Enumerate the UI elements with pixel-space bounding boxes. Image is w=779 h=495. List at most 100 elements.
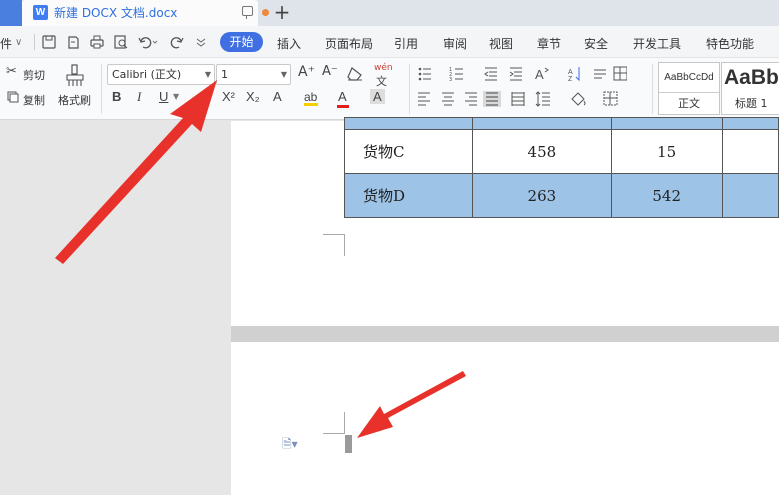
tab-page-layout[interactable]: 页面布局 — [325, 35, 373, 52]
show-marks-icon — [613, 66, 627, 81]
paragraph-options-icon[interactable]: 🗎▾ — [282, 435, 298, 456]
style-normal[interactable]: AaBbCcDd 正文 — [658, 62, 720, 115]
tab-special-features[interactable]: 特色功能 — [706, 35, 754, 52]
style-heading-1-sample: AaBb — [724, 66, 779, 89]
chevron-down-icon[interactable]: ▼ — [205, 65, 211, 84]
chevron-down-icon[interactable]: ▼ — [173, 92, 179, 101]
table-cell[interactable]: 货物D — [344, 173, 473, 218]
table-cell[interactable] — [721, 173, 779, 218]
italic-button[interactable]: I — [137, 89, 141, 105]
clear-format-icon[interactable] — [347, 67, 363, 81]
increase-indent-icon — [509, 67, 522, 81]
customize-quick-access-icon[interactable] — [196, 37, 206, 47]
pin-window-icon[interactable] — [242, 6, 253, 19]
shrink-font-button[interactable]: A⁻ — [322, 64, 338, 79]
align-center-icon — [442, 92, 454, 106]
tab-insert[interactable]: 插入 — [277, 35, 301, 52]
style-heading-1-label: 标题 1 — [735, 97, 768, 110]
superscript-button[interactable]: X² — [222, 89, 235, 104]
style-normal-label: 正文 — [659, 92, 719, 111]
tab-review[interactable]: 审阅 — [443, 35, 467, 52]
table-row — [344, 117, 779, 130]
table-cell[interactable] — [344, 117, 473, 130]
new-tab-button[interactable]: + — [272, 1, 292, 23]
bullet-list-icon — [418, 67, 431, 81]
font-color-button[interactable]: A — [338, 89, 347, 104]
export-pdf-icon[interactable] — [66, 35, 80, 49]
font-name-select[interactable]: Calibri (正文) ▼ — [107, 64, 215, 85]
document-page-2[interactable]: 🗎▾ — [231, 342, 779, 495]
divider — [652, 64, 653, 114]
page-margin-marker — [323, 234, 345, 256]
table-cell[interactable] — [721, 117, 779, 130]
char-shading-button[interactable]: A — [370, 89, 385, 104]
table-cell[interactable] — [471, 117, 612, 130]
style-heading-1[interactable]: AaBb 标题 1 — [721, 62, 779, 115]
underline-button[interactable]: U — [159, 89, 168, 104]
text-direction-icon: A — [535, 67, 549, 82]
font-name-value: Calibri (正文) — [112, 68, 182, 81]
svg-text:A: A — [568, 69, 573, 76]
svg-text:3: 3 — [449, 77, 452, 82]
tab-section[interactable]: 章节 — [537, 35, 561, 52]
tab-home[interactable]: 开始 — [220, 32, 263, 52]
table-row: 货物C 458 15 — [344, 129, 779, 174]
table-cell[interactable] — [721, 129, 779, 174]
highlight-color-icon[interactable]: ab — [303, 89, 325, 107]
tab-developer[interactable]: 开发工具 — [633, 35, 681, 52]
undo-icon[interactable] — [138, 35, 158, 49]
copy-button[interactable]: 复制 — [23, 92, 45, 108]
document-tab-title: 新建 DOCX 文档.docx — [54, 6, 178, 20]
font-color-swatch — [337, 105, 349, 108]
format-painter-button[interactable]: 格式刷 — [58, 92, 91, 108]
table-row: 货物D 263 542 — [344, 173, 779, 218]
table-cell[interactable]: 263 — [471, 173, 612, 218]
file-menu[interactable]: 件 — [0, 35, 12, 52]
shading-icon — [571, 92, 586, 106]
file-menu-caret-icon[interactable]: ∨ — [15, 37, 22, 48]
line-break-icon — [594, 69, 606, 79]
chevron-down-icon[interactable]: ▼ — [281, 65, 287, 84]
table-cell[interactable]: 货物C — [344, 129, 473, 174]
table-cell[interactable]: 15 — [610, 129, 723, 174]
subscript-button[interactable]: X₂ — [246, 89, 260, 104]
cut-button[interactable]: 剪切 — [23, 67, 45, 83]
svg-text:ab: ab — [304, 90, 318, 104]
tab-references[interactable]: 引用 — [394, 35, 418, 52]
phonetic-guide-button[interactable]: wén — [374, 63, 393, 73]
justify-icon — [483, 91, 501, 107]
document-tab[interactable]: W 新建 DOCX 文档.docx — [22, 0, 269, 26]
svg-text:Z: Z — [568, 76, 573, 82]
save-icon[interactable] — [42, 35, 56, 49]
line-spacing-icon — [535, 91, 550, 107]
grow-font-button[interactable]: A⁺ — [298, 64, 315, 80]
font-size-input[interactable]: 1 ▼ — [216, 64, 291, 85]
table-cell[interactable] — [610, 117, 723, 130]
scissors-icon[interactable]: ✂ — [6, 64, 17, 79]
copy-icon[interactable] — [7, 91, 19, 103]
print-icon[interactable] — [90, 35, 104, 49]
tab-security[interactable]: 安全 — [584, 35, 608, 52]
paragraph-toolbar-row-1: 123 A AZ — [418, 66, 627, 82]
redo-icon[interactable] — [170, 35, 184, 49]
app-menu-strip[interactable] — [0, 0, 22, 26]
menu-bar: 件 ∨ 开始 插入 页面布局 引用 审阅 视图 章节 安全 开发工具 特色功能 — [0, 26, 779, 58]
data-table[interactable]: 货物C 458 15 货物D 263 542 — [344, 117, 779, 218]
table-cell[interactable]: 542 — [610, 173, 723, 218]
document-page-1[interactable]: 货物C 458 15 货物D 263 542 — [231, 117, 779, 326]
print-preview-icon[interactable] — [114, 35, 128, 49]
numbered-list-icon: 123 — [449, 67, 463, 82]
unsaved-dot-icon — [262, 9, 269, 16]
text-effect-button[interactable]: A — [273, 89, 282, 104]
page-margin-marker — [323, 412, 345, 434]
table-cell[interactable]: 458 — [471, 129, 612, 174]
sort-icon: AZ — [568, 67, 580, 82]
paragraph-toolbar-row-2 — [418, 91, 618, 107]
tab-view[interactable]: 视图 — [489, 35, 513, 52]
align-left-icon — [418, 92, 430, 106]
format-painter-icon[interactable] — [64, 64, 86, 88]
phonetic-guide-icon[interactable]: 文 — [376, 73, 387, 89]
distributed-icon — [511, 92, 525, 106]
divider — [409, 64, 410, 114]
bold-button[interactable]: B — [112, 89, 121, 104]
